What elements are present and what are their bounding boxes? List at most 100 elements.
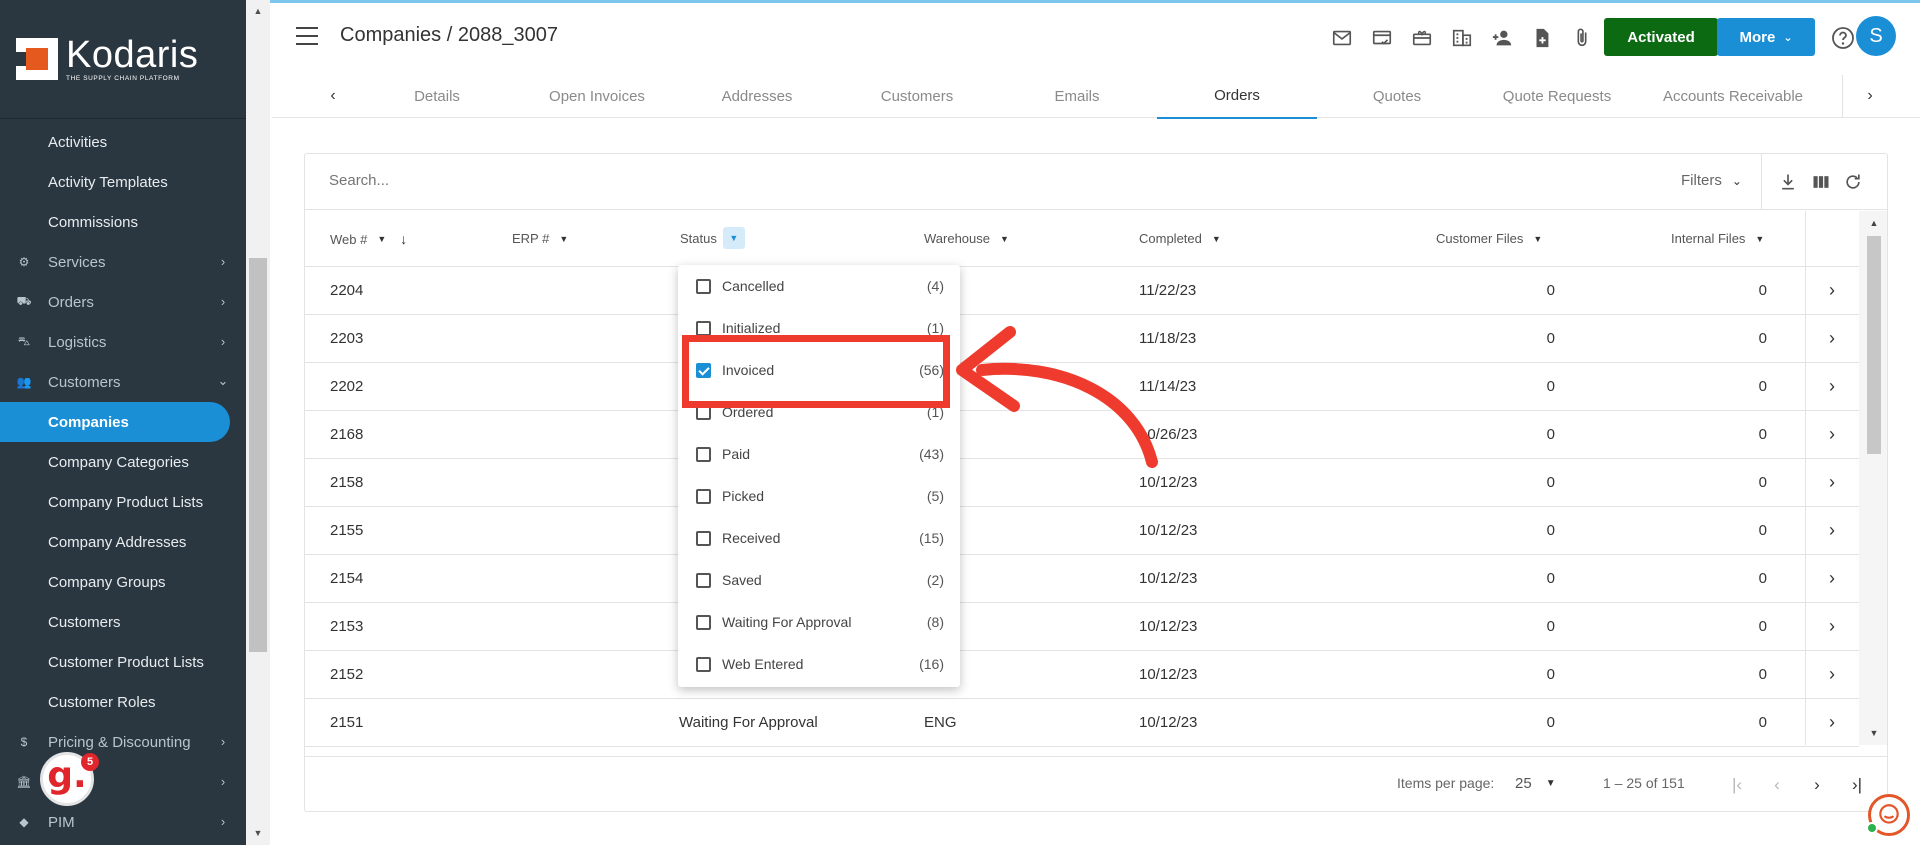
- sidebar-item-activity-templates[interactable]: Activity Templates: [0, 162, 246, 202]
- status-option-saved[interactable]: Saved (2): [678, 559, 960, 601]
- sidebar-item-commissions[interactable]: Commissions: [0, 202, 246, 242]
- columns-icon[interactable]: [1810, 171, 1832, 193]
- sidebar-item-company-product-lists[interactable]: Company Product Lists: [0, 482, 246, 522]
- checkbox[interactable]: [696, 573, 711, 588]
- paperclip-icon[interactable]: [1562, 23, 1602, 53]
- table-row[interactable]: 2151 Waiting For Approval ENG 10/12/23 0 0: [305, 699, 1805, 747]
- refresh-icon[interactable]: [1842, 171, 1864, 193]
- scroll-down-icon[interactable]: ▼: [1867, 727, 1881, 739]
- first-page-icon[interactable]: |‹: [1723, 771, 1751, 799]
- sidebar-item-company-groups[interactable]: Company Groups: [0, 562, 246, 602]
- tab-accounts-receivable[interactable]: Accounts Receivable: [1643, 73, 1823, 119]
- scroll-down-icon[interactable]: ▼: [252, 828, 264, 838]
- previous-page-icon[interactable]: ‹: [1763, 771, 1791, 799]
- tab-orders[interactable]: Orders: [1157, 73, 1317, 119]
- status-option-web-entered[interactable]: Web Entered (16): [678, 643, 960, 685]
- table-scroll-thumb[interactable]: [1867, 236, 1881, 454]
- column-menu-icon[interactable]: ▼: [1212, 234, 1221, 244]
- scroll-up-icon[interactable]: ▲: [1867, 217, 1881, 229]
- building-icon[interactable]: [1442, 23, 1482, 53]
- column-warehouse[interactable]: Warehouse ▼: [924, 231, 1009, 246]
- checkbox[interactable]: [696, 321, 711, 336]
- table-scrollbar[interactable]: ▲ ▼: [1859, 211, 1887, 745]
- sidebar-scrollbar[interactable]: ▲ ▼: [246, 0, 270, 845]
- kodaris-logo[interactable]: Kodaris THE SUPPLY CHAIN PLATFORM: [16, 36, 216, 82]
- column-menu-icon[interactable]: ▼: [1533, 234, 1542, 244]
- column-customer-files[interactable]: Customer Files ▼: [1436, 231, 1542, 246]
- tab-quote-requests[interactable]: Quote Requests: [1477, 73, 1637, 119]
- checkbox[interactable]: [696, 615, 711, 630]
- row-open-chevron-right-icon[interactable]: ›: [1805, 315, 1859, 363]
- tab-details[interactable]: Details: [357, 73, 517, 119]
- row-open-chevron-right-icon[interactable]: ›: [1805, 507, 1859, 555]
- column-internal-files[interactable]: Internal Files ▼: [1671, 231, 1764, 246]
- sidebar-item-customer-roles[interactable]: Customer Roles: [0, 682, 246, 722]
- add-person-icon[interactable]: [1482, 23, 1522, 53]
- status-option-received[interactable]: Received (15): [678, 517, 960, 559]
- mail-icon[interactable]: [1322, 23, 1362, 53]
- sidebar-item-companies[interactable]: Companies: [0, 402, 230, 442]
- status-option-paid[interactable]: Paid (43): [678, 433, 960, 475]
- sidebar-item-bank-icon[interactable]: 🏛 ›: [0, 762, 246, 802]
- column-menu-icon[interactable]: ▼: [1000, 234, 1009, 244]
- table-row[interactable]: 2154 10/12/23 0 0: [305, 555, 1805, 603]
- column-menu-icon[interactable]: ▼: [377, 234, 386, 244]
- status-option-waiting-for-approval[interactable]: Waiting For Approval (8): [678, 601, 960, 643]
- menu-icon[interactable]: [296, 27, 318, 45]
- status-option-picked[interactable]: Picked (5): [678, 475, 960, 517]
- row-open-chevron-right-icon[interactable]: ›: [1805, 363, 1859, 411]
- tab-addresses[interactable]: Addresses: [677, 73, 837, 119]
- next-page-icon[interactable]: ›: [1803, 771, 1831, 799]
- checkbox[interactable]: [696, 447, 711, 462]
- download-icon[interactable]: [1777, 171, 1799, 193]
- page-size-select[interactable]: 25 ▼: [1515, 775, 1556, 792]
- sidebar-item-company-categories[interactable]: Company Categories: [0, 442, 246, 482]
- tab-emails[interactable]: Emails: [997, 73, 1157, 119]
- more-button[interactable]: More ⌄: [1717, 18, 1815, 56]
- status-option-cancelled[interactable]: Cancelled (4): [678, 265, 960, 307]
- sidebar-scroll-thumb[interactable]: [249, 258, 267, 652]
- sidebar-item-pricing-discounting[interactable]: $ Pricing & Discounting ›: [0, 722, 246, 762]
- checkbox[interactable]: [696, 531, 711, 546]
- tab-open-invoices[interactable]: Open Invoices: [517, 73, 677, 119]
- column-menu-icon[interactable]: ▼: [1755, 234, 1764, 244]
- tab-customers[interactable]: Customers: [837, 73, 997, 119]
- row-open-chevron-right-icon[interactable]: ›: [1805, 411, 1859, 459]
- column-web[interactable]: Web # ▼ ↓: [330, 231, 407, 247]
- row-open-chevron-right-icon[interactable]: ›: [1805, 267, 1859, 315]
- row-open-chevron-right-icon[interactable]: ›: [1805, 459, 1859, 507]
- card-check-icon[interactable]: [1362, 23, 1402, 53]
- sort-desc-icon[interactable]: ↓: [400, 231, 407, 247]
- checkbox[interactable]: [696, 279, 711, 294]
- sidebar-item-customer-product-lists[interactable]: Customer Product Lists: [0, 642, 246, 682]
- add-file-icon[interactable]: [1522, 23, 1562, 53]
- row-open-chevron-right-icon[interactable]: ›: [1805, 699, 1859, 747]
- row-open-chevron-right-icon[interactable]: ›: [1805, 651, 1859, 699]
- column-filter-active-icon[interactable]: ▼: [722, 227, 745, 249]
- user-avatar[interactable]: S: [1856, 16, 1896, 56]
- table-row[interactable]: 2153 10/12/23 0 0: [305, 603, 1805, 651]
- column-menu-icon[interactable]: ▼: [559, 234, 568, 244]
- tabs-scroll-right-icon[interactable]: ›: [1857, 83, 1883, 109]
- sidebar-item-customers[interactable]: Customers: [0, 602, 246, 642]
- column-completed[interactable]: Completed ▼: [1139, 231, 1221, 246]
- sidebar-item-logistics[interactable]: ⛍ Logistics ›: [0, 322, 246, 362]
- activated-button[interactable]: Activated: [1604, 18, 1718, 56]
- last-page-icon[interactable]: ›|: [1843, 771, 1871, 799]
- row-open-chevron-right-icon[interactable]: ›: [1805, 555, 1859, 603]
- row-open-chevron-right-icon[interactable]: ›: [1805, 603, 1859, 651]
- gift-card-icon[interactable]: [1402, 23, 1442, 53]
- column-status[interactable]: Status ▼: [680, 227, 745, 249]
- sidebar-item-pim[interactable]: ◆ PIM ›: [0, 802, 246, 842]
- table-row[interactable]: 2204 11/22/23 0 0: [305, 267, 1805, 315]
- table-row[interactable]: 2152 10/12/23 0 0: [305, 651, 1805, 699]
- tabs-scroll-left-icon[interactable]: ‹: [320, 83, 346, 109]
- checkbox[interactable]: [696, 489, 711, 504]
- sidebar-item-activities[interactable]: Activities: [0, 122, 246, 162]
- sidebar-item-services[interactable]: ⚙ Services ›: [0, 242, 246, 282]
- table-row[interactable]: 2155 10/12/23 0 0: [305, 507, 1805, 555]
- tab-quotes[interactable]: Quotes: [1317, 73, 1477, 119]
- column-erp[interactable]: ERP # ▼: [512, 231, 568, 246]
- sidebar-item-customers[interactable]: 👥 Customers ⌄: [0, 362, 246, 402]
- filters-button[interactable]: Filters ⌄: [1681, 172, 1742, 189]
